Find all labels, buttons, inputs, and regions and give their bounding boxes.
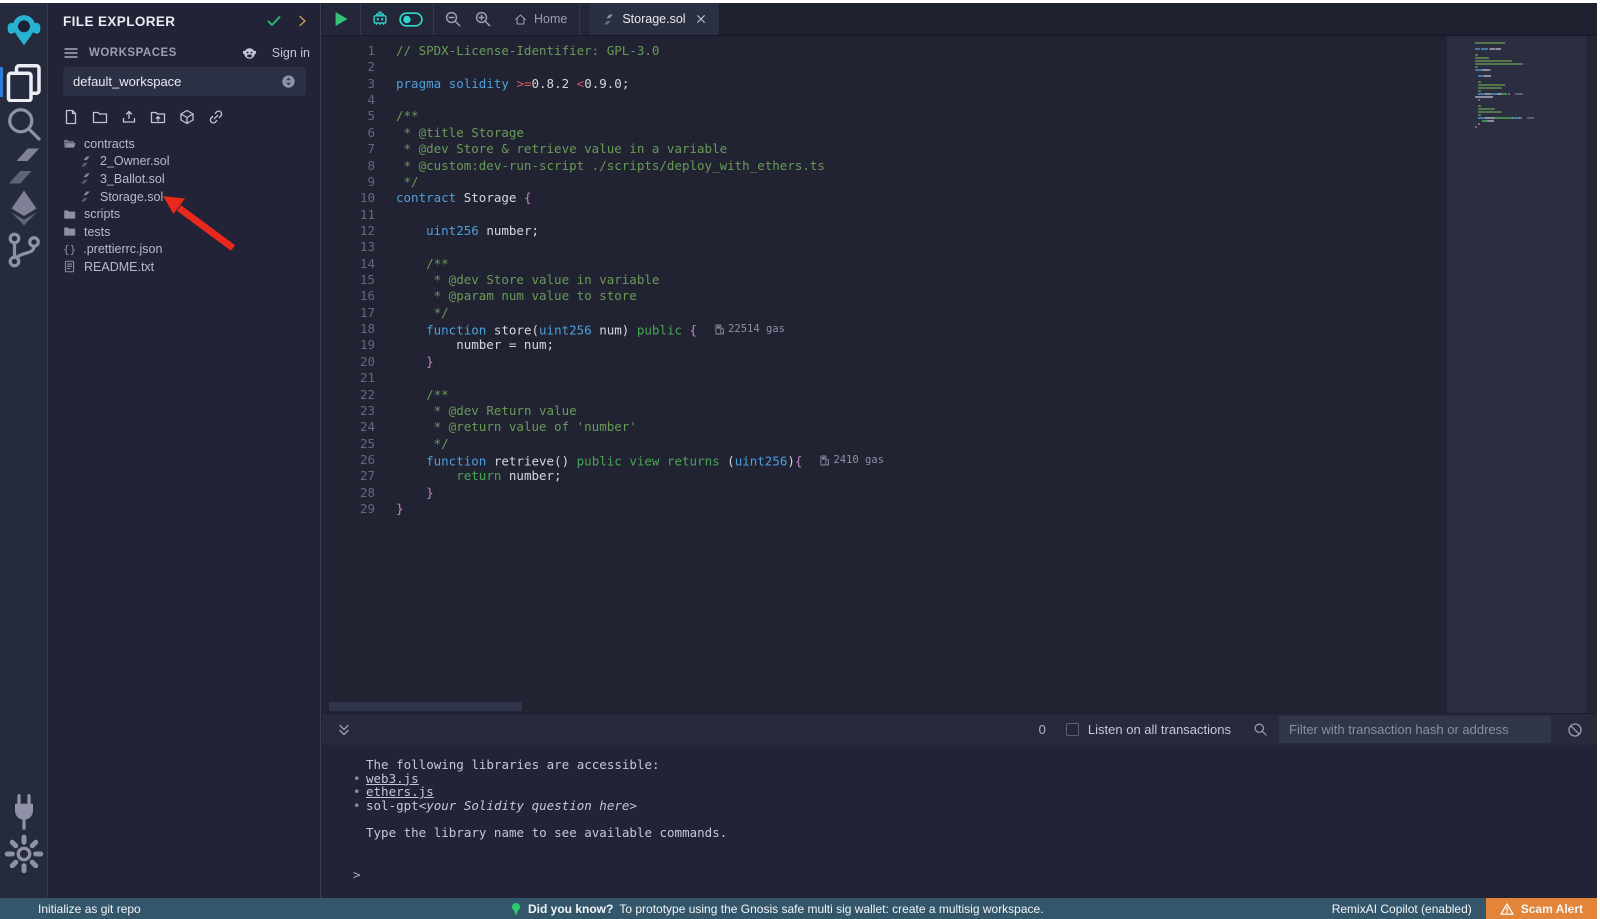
remix-logo[interactable] bbox=[4, 8, 44, 50]
file-tree-item-contracts[interactable]: contracts bbox=[49, 135, 320, 153]
listen-all-checkbox[interactable] bbox=[1066, 723, 1079, 736]
terminal-line: •ethers.js bbox=[322, 785, 1597, 799]
listen-all-label: Listen on all transactions bbox=[1088, 722, 1231, 737]
folder-open-icon bbox=[63, 137, 76, 150]
search-icon bbox=[1253, 722, 1268, 737]
upload-folder-icon[interactable] bbox=[150, 109, 166, 125]
did-you-know-tip: Did you know? To prototype using the Gno… bbox=[510, 902, 1044, 916]
remix-ide-window: FILE EXPLORER WORKSPACES Sign in default… bbox=[0, 3, 1597, 919]
rail-item-deploy-run[interactable] bbox=[0, 188, 48, 228]
chevron-right-icon[interactable] bbox=[294, 13, 310, 29]
scrollbar-track[interactable] bbox=[1586, 36, 1597, 713]
ai-copilot-icon[interactable] bbox=[371, 10, 389, 28]
zoom-in-icon[interactable] bbox=[474, 10, 492, 28]
doc-icon bbox=[63, 260, 76, 273]
rail-item-settings[interactable] bbox=[0, 834, 48, 874]
new-file-icon[interactable] bbox=[63, 109, 79, 125]
solidity-file-icon bbox=[602, 13, 615, 26]
minimap-region[interactable] bbox=[1447, 36, 1587, 713]
editor-nav: Home Storage.sol bbox=[322, 3, 1597, 36]
file-tree-item-2_owner.sol[interactable]: 2_Owner.sol bbox=[49, 153, 320, 171]
folder-icon bbox=[63, 225, 76, 238]
icon-rail bbox=[0, 3, 48, 898]
zoom-out-icon[interactable] bbox=[444, 10, 462, 28]
workspaces-label: WORKSPACES bbox=[89, 47, 177, 59]
file-tree-item-readme.txt[interactable]: README.txt bbox=[49, 258, 320, 276]
lightbulb-icon bbox=[510, 902, 522, 916]
sol-icon bbox=[79, 155, 92, 168]
scam-alert-button[interactable]: Scam Alert bbox=[1486, 898, 1597, 919]
close-tab-icon[interactable] bbox=[695, 13, 707, 25]
main-area: Home Storage.sol 12345678910111213141516… bbox=[322, 3, 1597, 898]
terminal-prompt[interactable]: > bbox=[353, 867, 361, 882]
terminal-line bbox=[322, 812, 1597, 826]
link-icon[interactable] bbox=[208, 109, 224, 125]
file-tree-item-3_ballot.sol[interactable]: 3_Ballot.sol bbox=[49, 170, 320, 188]
line-numbers: 1234567891011121314151617181920212223242… bbox=[322, 43, 396, 517]
terminal-line: •sol-gpt <your Solidity question here> bbox=[322, 799, 1597, 813]
panel-title: FILE EXPLORER bbox=[63, 14, 175, 29]
copilot-toggle[interactable] bbox=[399, 10, 423, 28]
horizontal-scrollbar[interactable] bbox=[329, 702, 522, 711]
rail-item-file-explorer[interactable] bbox=[0, 62, 48, 102]
copilot-status[interactable]: RemixAI Copilot (enabled) bbox=[1332, 902, 1472, 916]
check-icon[interactable] bbox=[266, 13, 282, 29]
code-lines: // SPDX-License-Identifier: GPL-3.0 prag… bbox=[396, 43, 884, 517]
expand-terminal-icon[interactable] bbox=[336, 722, 352, 738]
gas-estimate-badge: 2410 gas bbox=[820, 452, 884, 468]
terminal-line: •web3.js bbox=[322, 772, 1597, 786]
transaction-count: 0 bbox=[1039, 722, 1046, 737]
sol-icon bbox=[79, 172, 92, 185]
cube-icon[interactable] bbox=[179, 109, 195, 125]
hamburger-icon[interactable] bbox=[63, 45, 79, 61]
file-tree: contracts2_Owner.sol3_Ballot.solStorage.… bbox=[49, 135, 320, 276]
folder-icon bbox=[63, 208, 76, 221]
gas-estimate-badge: 22514 gas bbox=[715, 321, 785, 337]
file-tree-item-.prettierrc.json[interactable]: {}.prettierrc.json bbox=[49, 241, 320, 259]
rail-item-search[interactable] bbox=[0, 104, 48, 144]
code-editor[interactable]: 1234567891011121314151617181920212223242… bbox=[322, 36, 1597, 713]
warning-icon bbox=[1500, 902, 1514, 916]
rail-item-plugin-manager[interactable] bbox=[0, 792, 48, 832]
fuel-icon bbox=[820, 455, 829, 466]
git-init-button[interactable]: Initialize as git repo bbox=[0, 902, 141, 916]
file-explorer-panel: FILE EXPLORER WORKSPACES Sign in default… bbox=[49, 3, 321, 898]
file-tree-item-tests[interactable]: tests bbox=[49, 223, 320, 241]
clear-console-icon[interactable] bbox=[1567, 722, 1583, 738]
new-folder-icon[interactable] bbox=[92, 109, 108, 125]
rail-item-git[interactable] bbox=[0, 230, 48, 270]
terminal-header: 0 Listen on all transactions bbox=[322, 713, 1597, 745]
rail-item-solidity-compiler[interactable] bbox=[0, 146, 48, 186]
filter-input[interactable] bbox=[1279, 716, 1551, 743]
fuel-icon bbox=[715, 324, 724, 335]
workspace-select[interactable]: default_workspace bbox=[63, 67, 306, 96]
sol-icon bbox=[79, 190, 92, 203]
tab-storage-sol[interactable]: Storage.sol bbox=[590, 3, 718, 35]
file-tree-item-storage.sol[interactable]: Storage.sol bbox=[49, 188, 320, 206]
github-icon bbox=[242, 46, 257, 61]
file-tree-item-scripts[interactable]: scripts bbox=[49, 205, 320, 223]
updown-icon bbox=[281, 74, 296, 89]
terminal[interactable]: The following libraries are accessible:•… bbox=[322, 745, 1597, 898]
braces-icon: {} bbox=[63, 243, 76, 256]
terminal-line: Type the library name to see available c… bbox=[322, 826, 1597, 840]
home-icon bbox=[514, 13, 527, 26]
workspace-name: default_workspace bbox=[73, 74, 181, 89]
explorer-toolbar bbox=[63, 109, 224, 125]
upload-file-icon[interactable] bbox=[121, 109, 137, 125]
run-script-button[interactable] bbox=[332, 10, 350, 28]
tab-home[interactable]: Home bbox=[502, 3, 580, 35]
signin-button[interactable]: Sign in bbox=[242, 46, 310, 61]
terminal-line: The following libraries are accessible: bbox=[322, 758, 1597, 772]
status-bar: Initialize as git repo Did you know? To … bbox=[0, 898, 1597, 919]
